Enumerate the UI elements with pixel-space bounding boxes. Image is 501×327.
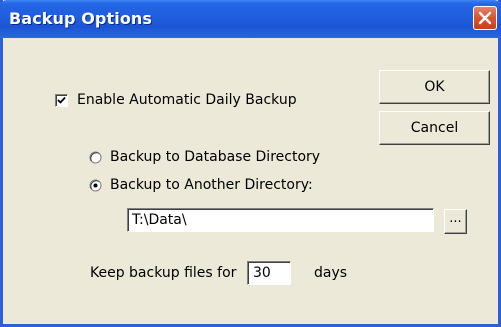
ok-button-label: OK	[424, 79, 445, 95]
radio-database-directory-label[interactable]: Backup to Database Directory	[110, 149, 320, 165]
enable-backup-checkbox[interactable]	[55, 94, 68, 107]
radio-another-directory[interactable]	[89, 179, 102, 192]
keep-backup-label: Keep backup files for	[90, 265, 237, 281]
radio-another-directory-label[interactable]: Backup to Another Directory:	[110, 177, 313, 193]
dialog-body: OK Cancel Enable Automatic Daily Backup …	[3, 38, 498, 324]
close-icon	[478, 11, 492, 25]
backup-options-dialog: Backup Options OK Cancel Enable Automati…	[0, 0, 501, 327]
browse-button[interactable]: ...	[444, 209, 467, 234]
radio-database-directory[interactable]	[89, 151, 102, 164]
title-bar[interactable]: Backup Options	[0, 0, 501, 38]
keep-days-input[interactable]: 30	[247, 261, 291, 285]
browse-button-label: ...	[449, 211, 462, 226]
close-button[interactable]	[473, 6, 497, 30]
ok-button[interactable]: OK	[379, 70, 490, 104]
enable-backup-label[interactable]: Enable Automatic Daily Backup	[77, 92, 297, 108]
cancel-button-label: Cancel	[410, 120, 459, 136]
checkmark-icon	[57, 96, 66, 104]
days-label: days	[314, 265, 348, 281]
directory-path-input[interactable]: T:\Data\	[127, 208, 434, 232]
dialog-title: Backup Options	[9, 9, 153, 28]
cancel-button[interactable]: Cancel	[379, 111, 490, 145]
